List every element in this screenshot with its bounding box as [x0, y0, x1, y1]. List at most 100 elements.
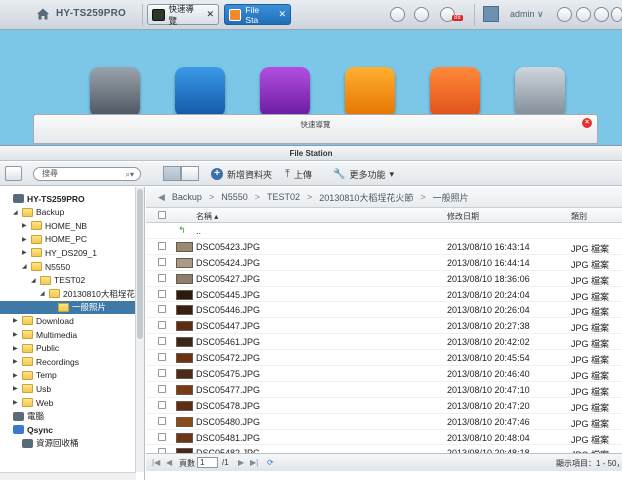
table-row[interactable]: DSC05445.JPG 2013/08/10 20:24:04 JPG 檔案 — [146, 287, 622, 303]
tree-item[interactable]: ▶ Web — [0, 396, 136, 409]
table-row[interactable]: DSC05472.JPG 2013/08/10 20:45:54 JPG 檔案 — [146, 350, 622, 367]
breadcrumb-item[interactable]: 一般照片 — [433, 191, 469, 204]
tree-scrollbar[interactable] — [135, 187, 144, 472]
last-page-icon[interactable]: ▶| — [250, 458, 258, 467]
upload-button[interactable]: ⤒ 上傳 — [285, 166, 312, 182]
row-checkbox[interactable] — [158, 289, 166, 298]
close-tab-icon[interactable]: ✕ — [278, 9, 286, 20]
parent-folder-row[interactable]: ↰ .. — [146, 223, 622, 239]
row-checkbox[interactable] — [158, 257, 166, 266]
search-input[interactable]: 搜尋 ⌕▾ — [33, 167, 141, 181]
search-icon[interactable] — [557, 7, 572, 22]
tree-horizontal-scrollbar[interactable] — [0, 472, 136, 480]
tree-item[interactable]: ▶ Temp — [0, 369, 136, 382]
column-modified[interactable]: 修改日期 — [447, 211, 479, 222]
tree-item[interactable]: 資源回收桶 — [0, 437, 136, 450]
close-tab-icon[interactable]: ✕ — [206, 9, 214, 20]
row-checkbox[interactable] — [158, 369, 166, 378]
table-row[interactable]: DSC05424.JPG 2013/08/10 16:44:14 JPG 檔案 — [146, 255, 622, 271]
info-icon[interactable] — [611, 7, 622, 22]
table-row[interactable]: DSC05461.JPG 2013/08/10 20:42:02 JPG 檔案 — [146, 334, 622, 351]
tree-item[interactable]: ▶ HOME_NB — [0, 219, 136, 232]
options-icon[interactable] — [576, 7, 591, 22]
toggle-sidebar-button[interactable] — [5, 166, 22, 181]
row-checkbox[interactable] — [158, 416, 166, 425]
tree-item[interactable]: Qsync — [0, 423, 136, 436]
backup-station-icon[interactable] — [515, 67, 565, 117]
refresh-icon[interactable] — [414, 7, 429, 22]
expand-arrow-icon[interactable]: ◢ — [40, 290, 46, 297]
breadcrumb-item[interactable]: 20130810大稻埕花火節 — [319, 191, 413, 204]
expand-arrow-icon[interactable]: ▶ — [13, 358, 19, 365]
tab-file-station[interactable]: File Sta ✕ — [224, 4, 291, 25]
search-icon[interactable]: ⌕▾ — [126, 169, 135, 181]
breadcrumb-item[interactable]: N5550 — [221, 192, 248, 202]
tree-item[interactable]: ◢ Backup — [0, 206, 136, 219]
table-row[interactable]: DSC05427.JPG 2013/08/10 18:36:06 JPG 檔案 — [146, 271, 622, 287]
music-station-icon[interactable] — [260, 67, 310, 117]
table-row[interactable]: DSC05477.JPG 2013/08/10 20:47:10 JPG 檔案 — [146, 382, 622, 398]
table-row[interactable]: DSC05480.JPG 2013/08/10 20:47:46 JPG 檔案 — [146, 414, 622, 430]
tab-quickstart[interactable]: 快速導覽 ✕ — [147, 4, 219, 26]
column-name[interactable]: 名稱 ▴ — [196, 211, 218, 222]
table-row[interactable]: DSC05478.JPG 2013/08/10 20:47:20 JPG 檔案 — [146, 398, 622, 414]
row-checkbox[interactable] — [158, 321, 166, 330]
expand-arrow-icon[interactable]: ▶ — [13, 345, 19, 352]
tree-item[interactable]: 一般照片 — [0, 300, 136, 314]
expand-arrow-icon[interactable]: ▶ — [22, 222, 28, 229]
tree-item[interactable]: 電腦 — [0, 410, 136, 423]
clock-icon[interactable] — [390, 7, 405, 22]
next-page-icon[interactable]: ▶ — [238, 458, 244, 467]
prev-page-icon[interactable]: ◀ — [166, 458, 172, 467]
user-menu[interactable]: admin ∨ — [510, 9, 544, 20]
row-checkbox[interactable] — [158, 384, 166, 393]
home-icon[interactable] — [36, 7, 50, 21]
row-checkbox[interactable] — [158, 241, 166, 250]
column-type[interactable]: 類別 — [571, 211, 587, 222]
scroll-thumb[interactable] — [137, 189, 143, 339]
video-station-icon[interactable] — [345, 67, 395, 117]
row-checkbox[interactable] — [158, 337, 166, 346]
tree-item[interactable]: ▶ Public — [0, 342, 136, 355]
more-actions-button[interactable]: 🔧 更多功能 ▾ — [333, 166, 394, 182]
close-icon[interactable]: × — [582, 118, 592, 128]
back-icon[interactable]: ◀ — [158, 192, 165, 203]
tree-item[interactable]: ◢ N5550 — [0, 260, 136, 273]
row-checkbox[interactable] — [158, 353, 166, 362]
page-input[interactable]: 1 — [197, 457, 218, 468]
tree-item[interactable]: ▶ HY_DS209_1 — [0, 246, 136, 259]
expand-arrow-icon[interactable]: ▶ — [13, 372, 19, 379]
tree-item[interactable]: ▶ HOME_PC — [0, 233, 136, 246]
table-row[interactable]: DSC05446.JPG 2013/08/10 20:26:04 JPG 檔案 — [146, 302, 622, 319]
breadcrumb-item[interactable]: TEST02 — [267, 192, 300, 202]
expand-arrow-icon[interactable]: ▶ — [13, 317, 19, 324]
file-station-icon[interactable] — [430, 67, 480, 117]
table-row[interactable]: DSC05475.JPG 2013/08/10 20:46:40 JPG 檔案 — [146, 366, 622, 382]
table-row[interactable]: DSC05481.JPG 2013/08/10 20:48:04 JPG 檔案 — [146, 430, 622, 446]
control-panel-icon[interactable] — [90, 67, 140, 117]
expand-arrow-icon[interactable]: ◢ — [22, 263, 28, 270]
expand-arrow-icon[interactable]: ▶ — [13, 399, 19, 406]
expand-arrow-icon[interactable]: ▶ — [13, 385, 19, 392]
breadcrumb-item[interactable]: Backup — [172, 192, 202, 202]
user-avatar[interactable] — [483, 6, 499, 22]
select-all-checkbox[interactable] — [158, 211, 166, 219]
row-checkbox[interactable] — [158, 432, 166, 441]
expand-arrow-icon[interactable]: ▶ — [22, 236, 28, 243]
row-checkbox[interactable] — [158, 400, 166, 409]
expand-arrow-icon[interactable]: ◢ — [13, 209, 19, 216]
table-row[interactable]: DSC05423.JPG 2013/08/10 16:43:14 JPG 檔案 — [146, 239, 622, 255]
tree-item[interactable]: ▶ Usb — [0, 382, 136, 395]
expand-arrow-icon[interactable]: ◢ — [31, 277, 37, 284]
new-folder-button[interactable]: + 新增資料夾 — [211, 166, 272, 182]
row-checkbox[interactable] — [158, 273, 166, 282]
refresh-icon[interactable]: ⟳ — [267, 458, 274, 467]
row-checkbox[interactable] — [158, 305, 166, 314]
list-view-button[interactable] — [181, 166, 199, 181]
first-page-icon[interactable]: |◀ — [152, 458, 160, 467]
tree-item[interactable]: ◢ TEST02 — [0, 274, 136, 287]
tree-item[interactable]: ▶ Multimedia — [0, 328, 136, 341]
language-icon[interactable] — [594, 7, 609, 22]
photo-station-icon[interactable] — [175, 67, 225, 117]
tree-item[interactable]: ▶ Recordings — [0, 355, 136, 368]
